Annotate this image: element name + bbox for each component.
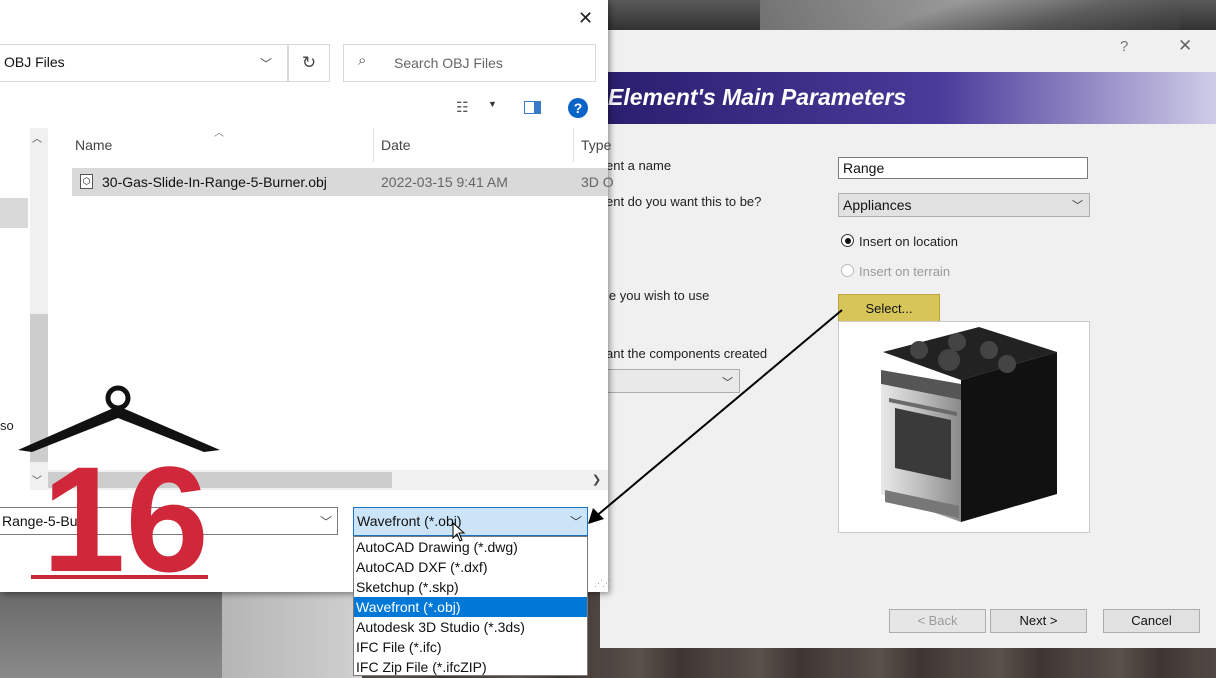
radio-insert-on-location[interactable]	[841, 234, 854, 247]
background-cabinet	[222, 592, 362, 678]
obj-file-icon: ⬡	[80, 174, 93, 189]
model-preview	[838, 321, 1090, 533]
radio-insert-on-terrain-label: Insert on terrain	[859, 264, 951, 279]
watermark-logo: 16	[18, 385, 220, 584]
watermark-number: 16	[42, 435, 209, 584]
help-icon[interactable]: ?	[568, 98, 588, 118]
file-type: 3D O	[581, 174, 614, 190]
category-select-value: Appliances	[843, 197, 912, 213]
column-header-date[interactable]: Date	[381, 137, 411, 153]
label-element-category: ent do you want this to be?	[606, 194, 762, 209]
wizard-close-button[interactable]: ✕	[1178, 36, 1192, 56]
column-header-type[interactable]: Type	[581, 137, 611, 153]
element-name-input[interactable]: Range	[838, 157, 1088, 179]
file-type-option[interactable]: AutoCAD DXF (*.dxf)	[354, 557, 587, 577]
label-element-name: ent a name	[606, 158, 672, 173]
wizard-banner-title: Element's Main Parameters	[608, 84, 907, 110]
file-name: 30-Gas-Slide-In-Range-5-Burner.obj	[102, 174, 327, 190]
path-folder-name: OBJ Files	[4, 54, 65, 70]
chevron-down-icon: ﹀	[1072, 200, 1083, 212]
nav-item-label: so	[0, 418, 14, 433]
nav-selected-item[interactable]	[0, 198, 28, 228]
column-divider[interactable]	[373, 128, 374, 162]
wizard-help-button[interactable]: ?	[1120, 38, 1128, 55]
sort-ascending-icon: ︿	[214, 128, 224, 139]
cancel-button[interactable]: Cancel	[1103, 609, 1200, 633]
search-icon: ⌕	[358, 52, 367, 69]
file-type-dropdown: AutoCAD Drawing (*.dwg) AutoCAD DXF (*.d…	[353, 536, 588, 676]
file-type-option[interactable]: IFC File (*.ifc)	[354, 637, 587, 657]
background-light-stripe	[760, 0, 1180, 32]
chevron-down-icon[interactable]: ﹀	[260, 55, 272, 72]
preview-pane-icon[interactable]	[524, 101, 541, 114]
background-floor-tile	[0, 592, 230, 678]
next-button[interactable]: Next >	[990, 609, 1087, 633]
refresh-button[interactable]: ↻	[288, 44, 330, 82]
resize-grip-icon[interactable]: ⋰⋰	[594, 578, 611, 589]
column-divider[interactable]	[573, 128, 574, 162]
chevron-down-icon[interactable]: ▼	[488, 99, 497, 109]
file-type-option[interactable]: AutoCAD Drawing (*.dwg)	[354, 537, 587, 557]
column-header-name[interactable]: Name	[75, 137, 112, 153]
back-button[interactable]: < Back	[889, 609, 986, 633]
radio-insert-on-location-label: Insert on location	[859, 234, 959, 249]
file-type-option[interactable]: Sketchup (*.skp)	[354, 577, 587, 597]
dialog-close-button[interactable]: ✕	[578, 8, 593, 29]
select-file-button[interactable]: Select...	[838, 294, 940, 322]
file-date: 2022-03-15 9:41 AM	[381, 174, 508, 190]
category-select[interactable]: Appliances ﹀	[838, 193, 1090, 217]
mouse-cursor-icon	[452, 522, 466, 542]
file-type-option-highlighted[interactable]: Wavefront (*.obj)	[354, 597, 587, 617]
file-type-option[interactable]: Autodesk 3D Studio (*.3ds)	[354, 617, 587, 637]
file-type-selected: Wavefront (*.obj)	[357, 513, 462, 529]
view-options-icon[interactable]: ☷	[456, 99, 469, 116]
range-stove-image	[881, 327, 1057, 522]
annotation-arrow-icon	[588, 309, 843, 524]
chevron-down-icon[interactable]: ﹀	[320, 513, 332, 530]
search-placeholder: Search OBJ Files	[394, 55, 503, 71]
refresh-icon: ↻	[301, 53, 317, 72]
scroll-up-icon[interactable]: ︿	[32, 130, 42, 145]
file-type-option[interactable]: IFC Zip File (*.ifcZIP)	[354, 657, 587, 677]
radio-insert-on-terrain[interactable]	[841, 264, 854, 277]
